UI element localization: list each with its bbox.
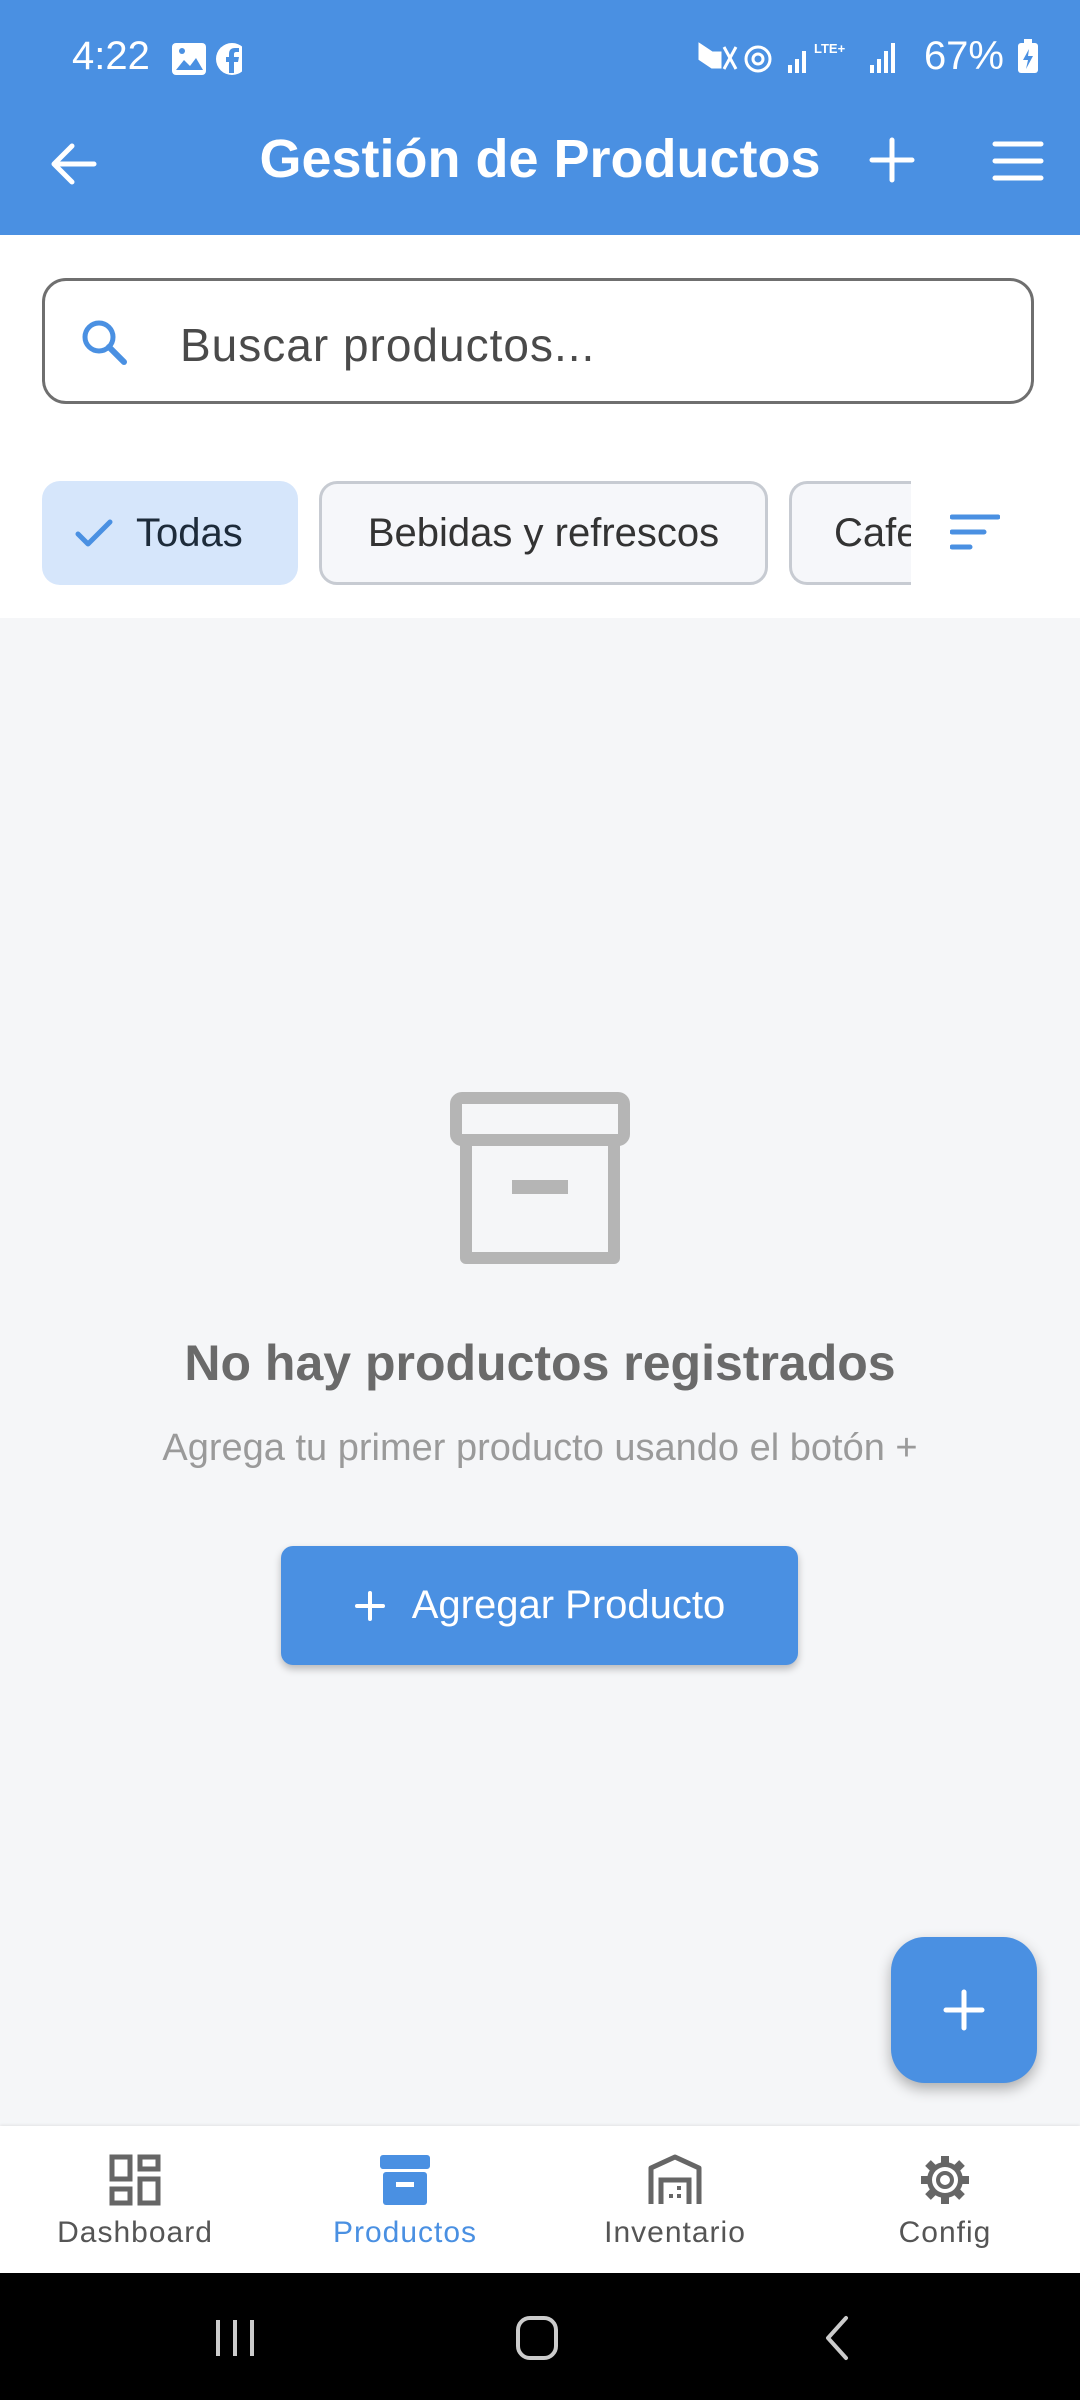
page-title: Gestión de Productos [259,129,821,189]
gallery-icon [172,43,206,75]
empty-state-subtitle: Agrega tu primer producto usando el botó… [162,1427,918,1469]
nav-dashboard[interactable]: Dashboard [0,2126,270,2273]
system-back-button[interactable] [822,2314,852,2367]
signal-icons: LTE+ [698,41,895,73]
menu-button[interactable] [992,138,1044,189]
battery-level: 67% [923,34,1004,78]
nav-config[interactable]: Config [810,2126,1080,2273]
check-icon [75,519,113,547]
nav-productos[interactable]: Productos [270,2126,540,2273]
nav-label: Productos [332,2216,478,2249]
chip-label: Todas [136,510,243,555]
nav-label: Dashboard [57,2216,213,2249]
empty-archive-icon [450,1092,630,1275]
sort-button[interactable] [949,512,1001,557]
system-back-icon [826,2316,848,2360]
status-system-icons: LTE+ 67% [692,34,1040,79]
chip-label: Bebidas y refrescos [367,510,720,555]
recent-apps-button[interactable] [212,2316,258,2365]
home-button[interactable] [514,2314,560,2367]
dashboard-icon [109,2154,161,2206]
archive-box-icon [380,2155,430,2205]
chip-label: Cafe [834,510,911,555]
gear-icon [921,2156,969,2204]
plus-icon [869,137,915,183]
recent-apps-icon [216,2320,254,2356]
svg-text:LTE+: LTE+ [814,41,846,56]
hamburger-menu-icon [992,141,1044,181]
chip-bebidas[interactable]: Bebidas y refrescos [319,481,768,585]
plus-icon [943,1989,985,2031]
header-add-button[interactable] [866,134,918,191]
chip-cafe[interactable]: Cafe [789,481,911,585]
add-product-label: Agregar Producto [411,1583,726,1627]
sort-icon [949,514,1001,550]
search-icon [78,316,130,373]
empty-state-title: No hay productos registrados [184,1335,896,1391]
search-placeholder: Buscar productos... [180,319,596,371]
nav-inventario[interactable]: Inventario [540,2126,810,2273]
home-icon [516,2316,558,2360]
plus-icon [354,1590,385,1621]
facebook-icon [216,43,248,75]
add-product-button[interactable]: Agregar Producto [281,1546,798,1665]
fab-add-button[interactable] [891,1937,1037,2083]
status-notification-icons [122,40,248,85]
nav-label: Inventario [604,2216,746,2249]
chip-todas[interactable]: Todas [42,481,298,585]
warehouse-icon [648,2154,702,2204]
battery-icon [1018,38,1038,73]
nav-label: Config [898,2216,992,2249]
